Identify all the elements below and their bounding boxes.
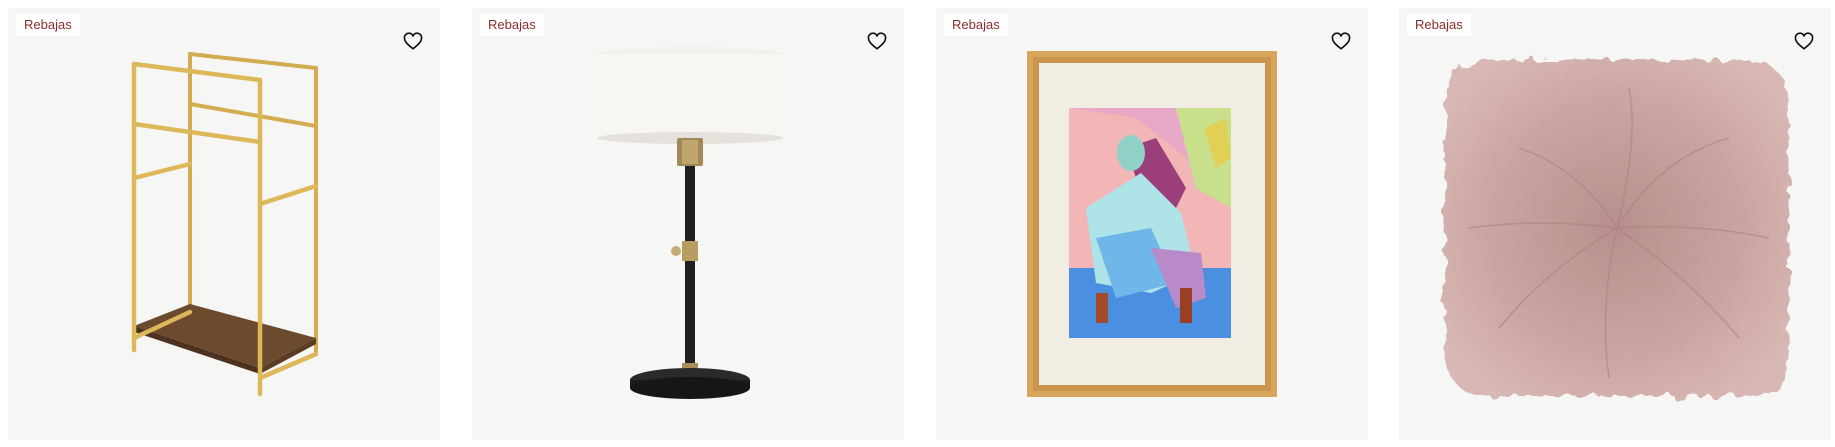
product-card-cushion[interactable]: Rebajas bbox=[1399, 8, 1831, 440]
framed-art-print-image[interactable] bbox=[936, 8, 1368, 440]
product-card-towel-rack[interactable]: Rebajas bbox=[8, 8, 440, 440]
product-card-framed-print[interactable]: Rebajas bbox=[936, 8, 1368, 440]
table-lamp-image[interactable] bbox=[472, 8, 904, 440]
sale-badge: Rebajas bbox=[480, 14, 544, 36]
sale-badge: Rebajas bbox=[1407, 14, 1471, 36]
heart-outline-icon[interactable] bbox=[864, 28, 890, 54]
sheepskin-cushion-image[interactable] bbox=[1399, 8, 1831, 440]
heart-outline-icon[interactable] bbox=[400, 28, 426, 54]
heart-outline-icon[interactable] bbox=[1791, 28, 1817, 54]
sale-badge: Rebajas bbox=[944, 14, 1008, 36]
towel-rack-image[interactable] bbox=[8, 8, 440, 440]
sale-badge: Rebajas bbox=[16, 14, 80, 36]
product-card-table-lamp[interactable]: Rebajas bbox=[472, 8, 904, 440]
heart-outline-icon[interactable] bbox=[1328, 28, 1354, 54]
product-grid: Rebajas Rebajas Rebajas Rebajas bbox=[0, 0, 1835, 447]
